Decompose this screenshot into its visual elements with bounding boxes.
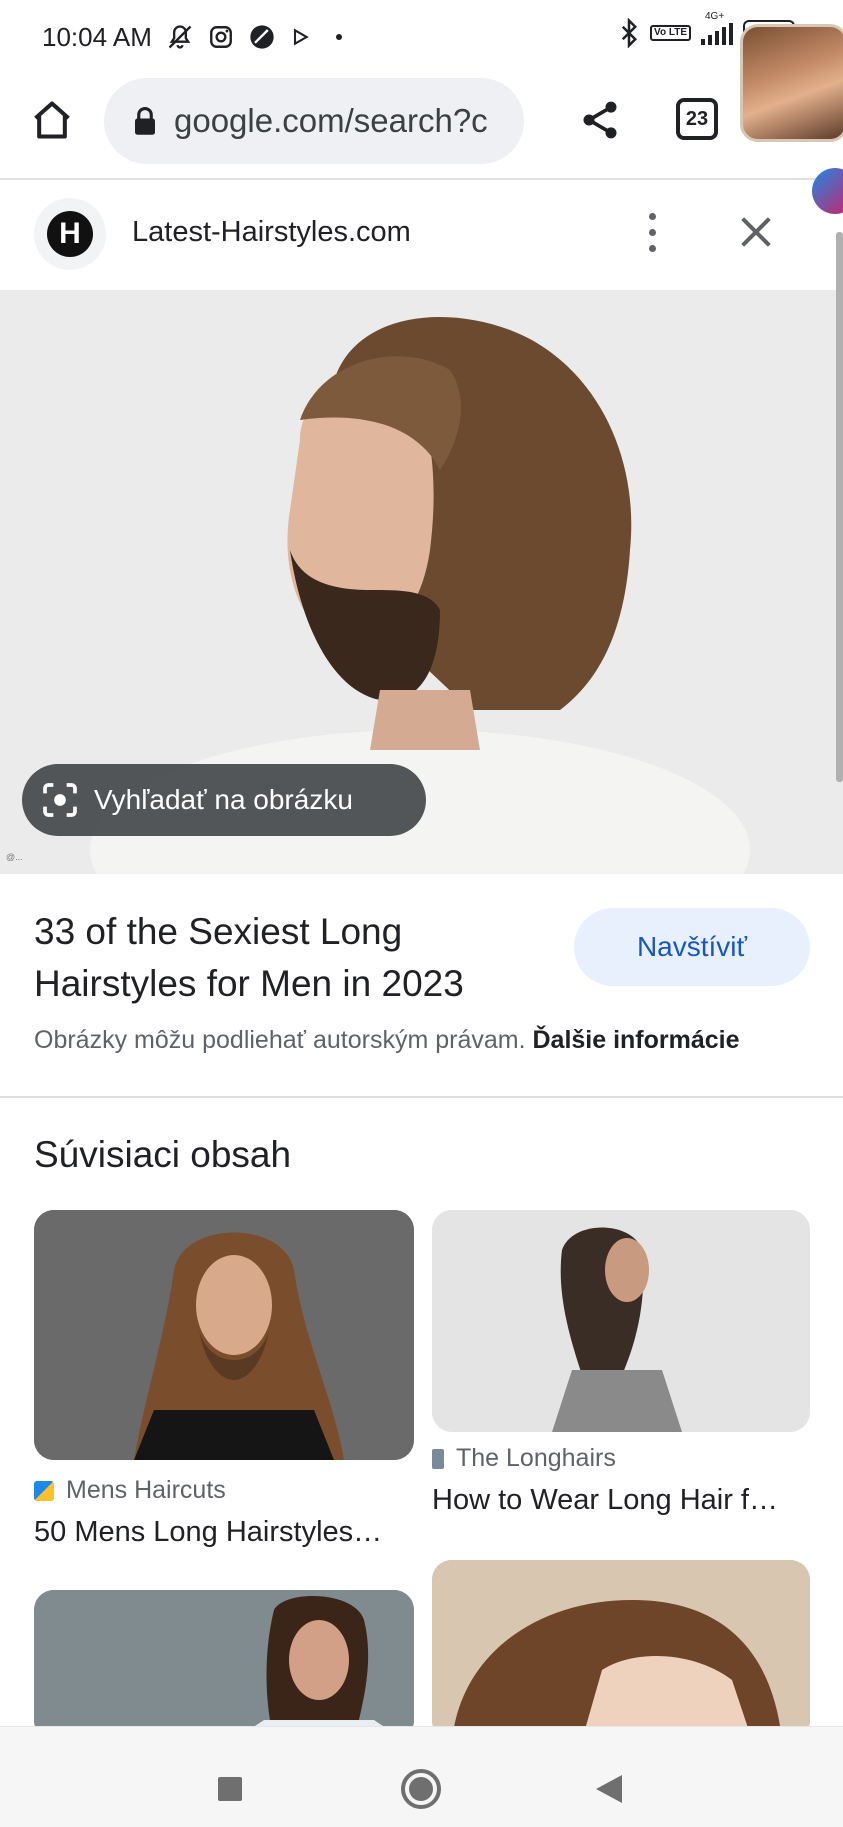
image-watermark: @... [6, 852, 23, 862]
network-type: 4G+ [705, 11, 725, 22]
related-title-2[interactable]: How to Wear Long Hair f… [432, 1484, 810, 1517]
home-icon [34, 101, 70, 139]
related-image-2[interactable] [432, 1210, 810, 1432]
related-title-1[interactable]: 50 Mens Long Hairstyles… [34, 1516, 414, 1549]
search-image-button[interactable]: Vyhľadať na obrázku [22, 764, 426, 836]
instagram-icon [209, 26, 232, 48]
url-text: google.com/search?c [174, 102, 488, 139]
man-profile-image [432, 1210, 810, 1432]
related-heading: Súvisiaci obsah [34, 1134, 292, 1175]
source-logo-letter: H [47, 211, 93, 257]
long-brown-hair-image [432, 1560, 810, 1740]
address-bar[interactable]: google.com/search?c [104, 78, 524, 164]
home-button[interactable] [28, 96, 76, 144]
source-name[interactable]: Latest-Hairstyles.com [132, 216, 411, 249]
back-button[interactable] [596, 1775, 622, 1803]
recents-button[interactable] [218, 1777, 242, 1801]
status-left-icons [166, 23, 342, 51]
tab-count: 23 [685, 107, 709, 130]
browser-toolbar: google.com/search?c 23 [0, 74, 843, 180]
curly-hair-man-image [34, 1590, 414, 1740]
long-hair-man-image [34, 1210, 414, 1460]
play-icon [293, 28, 309, 46]
related-source-name-2: The Longhairs [456, 1444, 616, 1472]
mens-haircuts-icon [34, 1480, 54, 1501]
result-title[interactable]: 33 of the Sexiest Long Hairstyles for Me… [34, 906, 534, 1010]
related-source-1: Mens Haircuts [34, 1476, 226, 1505]
share-icon [583, 101, 617, 139]
system-nav-bar [0, 1726, 843, 1827]
volte-badge: Vo LTE [650, 25, 691, 41]
share-button[interactable] [578, 98, 622, 142]
bluetooth-icon [621, 18, 638, 48]
copyright-notice: Obrázky môžu podliehať autorským právam.… [34, 1026, 740, 1055]
tab-switcher-button[interactable]: 23 [676, 98, 718, 140]
related-image-3[interactable] [34, 1590, 414, 1740]
lock-icon [135, 106, 155, 135]
app-circle-icon [250, 25, 274, 49]
close-button[interactable] [736, 212, 776, 252]
status-time: 10:04 AM [42, 21, 152, 52]
copyright-text: Obrázky môžu podliehať autorským právam. [34, 1026, 526, 1054]
signal-group: 4G+ [701, 11, 733, 45]
preview-image[interactable]: Vyhľadať na obrázku @... [0, 290, 843, 874]
bell-muted-icon [168, 25, 192, 49]
visit-button[interactable]: Navštíviť [574, 908, 810, 986]
the-longhairs-icon [432, 1448, 444, 1469]
related-source-name-1: Mens Haircuts [66, 1476, 226, 1504]
divider [0, 1096, 843, 1098]
system-home-button[interactable] [401, 1769, 441, 1809]
source-header: H Latest-Hairstyles.com [0, 182, 843, 290]
more-options-button[interactable] [640, 208, 664, 256]
signal-icon [701, 21, 733, 45]
source-logo: H [34, 198, 106, 270]
dot-icon [335, 34, 342, 40]
related-source-2: The Longhairs [432, 1444, 616, 1473]
status-bar: 10:04 AM Vo LTE 4G+ 78 [0, 0, 843, 74]
more-info-link[interactable]: Ďalšie informácie [532, 1026, 739, 1054]
related-image-4[interactable] [432, 1560, 810, 1740]
chat-head-avatar[interactable] [740, 24, 843, 142]
lens-icon [43, 783, 77, 817]
search-image-label: Vyhľadať na obrázku [94, 784, 353, 815]
scrollbar[interactable] [836, 232, 843, 782]
close-icon [741, 217, 771, 247]
related-image-1[interactable] [34, 1210, 414, 1460]
